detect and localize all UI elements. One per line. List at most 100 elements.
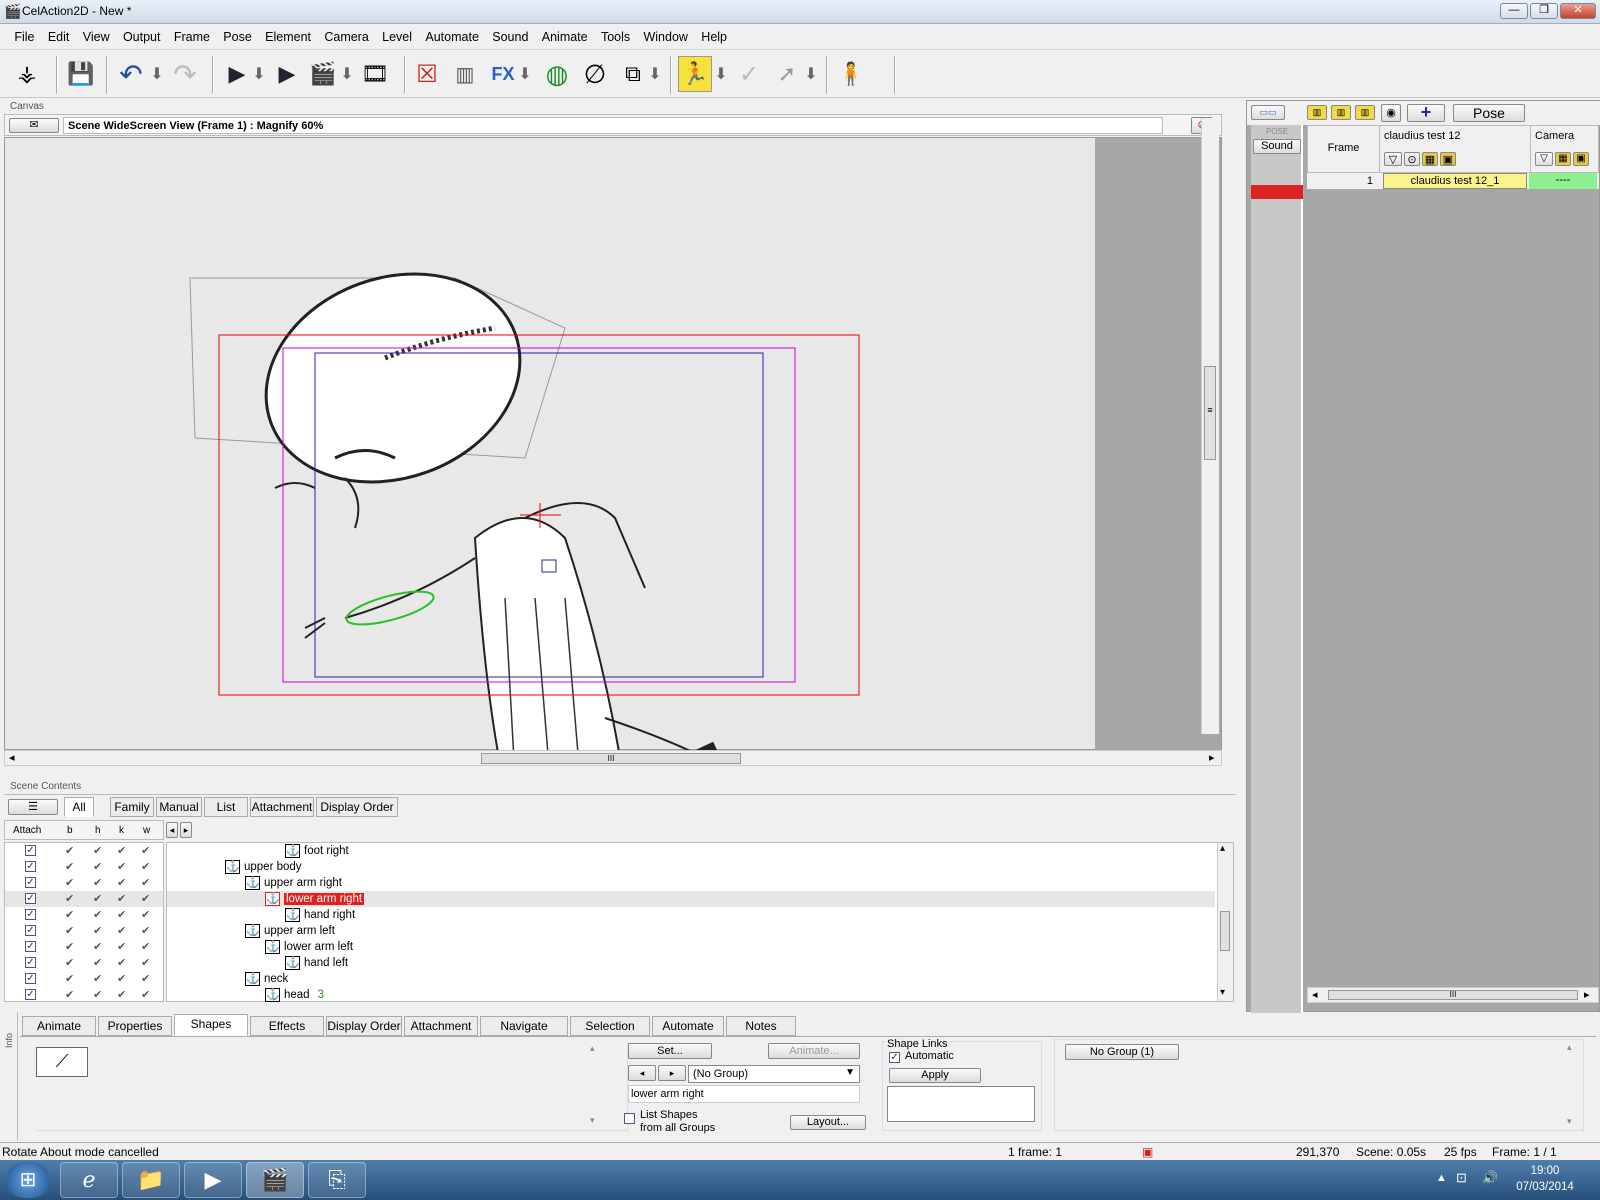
tab-info-display-order[interactable]: Display Order [326, 1016, 402, 1036]
view-options-button[interactable]: ✉ [9, 118, 59, 133]
scroll-left-icon[interactable]: ◂ [9, 751, 15, 764]
save-icon[interactable]: 💾 [64, 56, 98, 92]
undo-dropdown-icon[interactable]: ⬇ [150, 56, 164, 92]
pose-button[interactable]: Pose [1453, 104, 1525, 122]
start-button-icon[interactable]: ⊞ [6, 1162, 50, 1198]
attach-checkbox[interactable]: ✓ [25, 893, 36, 904]
visibility-check-icon[interactable]: ✔ [93, 956, 102, 969]
minimize-button[interactable]: — [1500, 3, 1528, 19]
tree-scroll-down-icon[interactable]: ▾ [1220, 987, 1225, 998]
eye-icon[interactable]: ◉ [1381, 104, 1401, 122]
media-player-icon[interactable]: ▶ [184, 1162, 242, 1198]
timeline-hscrollbar[interactable]: ◂ III ▸ [1307, 987, 1599, 1003]
tab-navigate[interactable]: Navigate [480, 1016, 568, 1036]
visibility-check-icon[interactable]: ✔ [117, 860, 126, 873]
tree-vertical-scrollbar[interactable]: ▴ ▾ [1217, 843, 1233, 1001]
globe-icon[interactable]: ◍ [540, 56, 574, 92]
visibility-check-icon[interactable]: ✔ [141, 876, 150, 889]
pointer-dropdown-icon[interactable]: ⬇ [804, 56, 818, 92]
visibility-check-icon[interactable]: ✔ [141, 972, 150, 985]
clock[interactable]: 19:00 07/03/2014 [1510, 1163, 1580, 1195]
tree-vscroll-thumb[interactable] [1220, 911, 1230, 951]
visibility-check-icon[interactable]: ✔ [141, 860, 150, 873]
visibility-check-icon[interactable]: ✔ [117, 908, 126, 921]
visibility-check-icon[interactable]: ✔ [65, 908, 74, 921]
shape-list-scroll-up-icon[interactable]: ▴ [590, 1043, 595, 1054]
visibility-check-icon[interactable]: ✔ [93, 908, 102, 921]
key-icon[interactable]: ▣ [1440, 152, 1456, 166]
tab-attachment[interactable]: Attachment [250, 797, 314, 817]
network-icon[interactable]: ⊡ [1456, 1170, 1467, 1186]
fx-icon[interactable]: FX [486, 56, 520, 92]
tree-node-label[interactable]: foot right [304, 845, 349, 857]
menu-window[interactable]: Window [638, 26, 692, 44]
redo-icon[interactable]: ↷ [168, 56, 202, 92]
visibility-check-icon[interactable]: ✔ [65, 940, 74, 953]
visibility-check-icon[interactable]: ✔ [117, 972, 126, 985]
visibility-check-icon[interactable]: ✔ [117, 892, 126, 905]
pdf-reader-icon[interactable]: ⎘ [308, 1162, 366, 1198]
menu-frame[interactable]: Frame [169, 26, 215, 44]
attach-checkbox[interactable]: ✓ [25, 909, 36, 920]
anchor-icon[interactable]: ⚓ [245, 924, 260, 938]
visibility-check-icon[interactable]: ✔ [117, 876, 126, 889]
timeline-row[interactable]: 1 claudius test 12_1 ---- [1307, 173, 1599, 189]
tab-all[interactable]: All [64, 797, 94, 817]
tree-row[interactable]: ⚓ head 3 [167, 987, 1215, 1003]
select-dropdown-icon[interactable]: ⬇ [252, 56, 266, 92]
close-button[interactable]: ✕ [1560, 3, 1596, 19]
tree-node-label[interactable]: neck [264, 973, 288, 985]
canvas-horizontal-scrollbar[interactable]: ◂ III ▸ [4, 750, 1222, 766]
menu-output[interactable]: Output [118, 26, 166, 44]
tab-automate[interactable]: Automate [652, 1016, 724, 1036]
attach-checkbox[interactable]: ✓ [25, 973, 36, 984]
anchor-icon[interactable]: ⚓ [265, 940, 280, 954]
track-yellow-icon-2[interactable]: ▥ [1331, 105, 1351, 120]
camera-filter-icon[interactable]: ▽ [1535, 152, 1553, 166]
menu-sound[interactable]: Sound [487, 26, 533, 44]
menu-help[interactable]: Help [696, 26, 732, 44]
track-yellow-icon[interactable]: ▥ [1307, 105, 1327, 120]
visibility-check-icon[interactable]: ✔ [117, 844, 126, 857]
camera-layer-icon[interactable]: ▦ [1555, 152, 1571, 166]
visibility-check-icon[interactable]: ✔ [65, 876, 74, 889]
layer-icon[interactable]: ▦ [1422, 152, 1438, 166]
tab-shapes[interactable]: Shapes [174, 1014, 248, 1036]
filter-icon[interactable]: ▽ [1384, 152, 1402, 166]
visibility-check-icon[interactable]: ✔ [93, 876, 102, 889]
tree-scroll-up-icon[interactable]: ▴ [1220, 843, 1225, 854]
skeleton-icon[interactable]: ⚶ [10, 56, 44, 92]
tab-manual[interactable]: Manual [156, 797, 202, 817]
menu-camera[interactable]: Camera [319, 26, 373, 44]
visibility-check-icon[interactable]: ✔ [141, 956, 150, 969]
next-group-icon[interactable]: ▸ [658, 1065, 686, 1081]
current-frame-marker[interactable] [1251, 185, 1303, 199]
visibility-check-icon[interactable]: ✔ [93, 972, 102, 985]
checkmark-icon[interactable]: ✓ [732, 56, 766, 92]
visibility-check-icon[interactable]: ✔ [117, 988, 126, 1001]
visibility-check-icon[interactable]: ✔ [117, 956, 126, 969]
anchor-icon[interactable]: ⚓ [265, 988, 280, 1002]
visibility-check-icon[interactable]: ✔ [141, 908, 150, 921]
tree-node-label[interactable]: hand right [304, 909, 355, 921]
tree-node-label[interactable]: upper arm left [264, 925, 335, 937]
add-track-button[interactable]: + [1407, 103, 1445, 122]
camera-cell[interactable]: ---- [1529, 173, 1597, 189]
scroll-right-icon[interactable]: ▸ [1209, 751, 1215, 764]
tab-display-order[interactable]: Display Order [316, 797, 398, 817]
apply-button[interactable]: Apply [889, 1068, 981, 1083]
tree-row[interactable]: ⚓ upper body [167, 859, 1215, 875]
undo-icon[interactable]: ↶ [114, 56, 148, 92]
pose-dropdown-icon[interactable]: ⬇ [714, 56, 728, 92]
menu-level[interactable]: Level [377, 26, 417, 44]
canvas-hscroll-thumb[interactable]: III [481, 753, 741, 764]
tree-row[interactable]: ⚓ upper arm right [167, 875, 1215, 891]
prev-group-icon[interactable]: ◂ [628, 1065, 656, 1081]
tree-node-label[interactable]: lower arm left [284, 941, 353, 953]
menu-tools[interactable]: Tools [596, 26, 635, 44]
tree-row[interactable]: ⚓ foot right [167, 843, 1215, 859]
visibility-check-icon[interactable]: ✔ [65, 892, 74, 905]
maximize-button[interactable]: ❐ [1530, 3, 1558, 19]
anchor-icon[interactable]: ⚓ [285, 956, 300, 970]
tab-selection[interactable]: Selection [570, 1016, 650, 1036]
